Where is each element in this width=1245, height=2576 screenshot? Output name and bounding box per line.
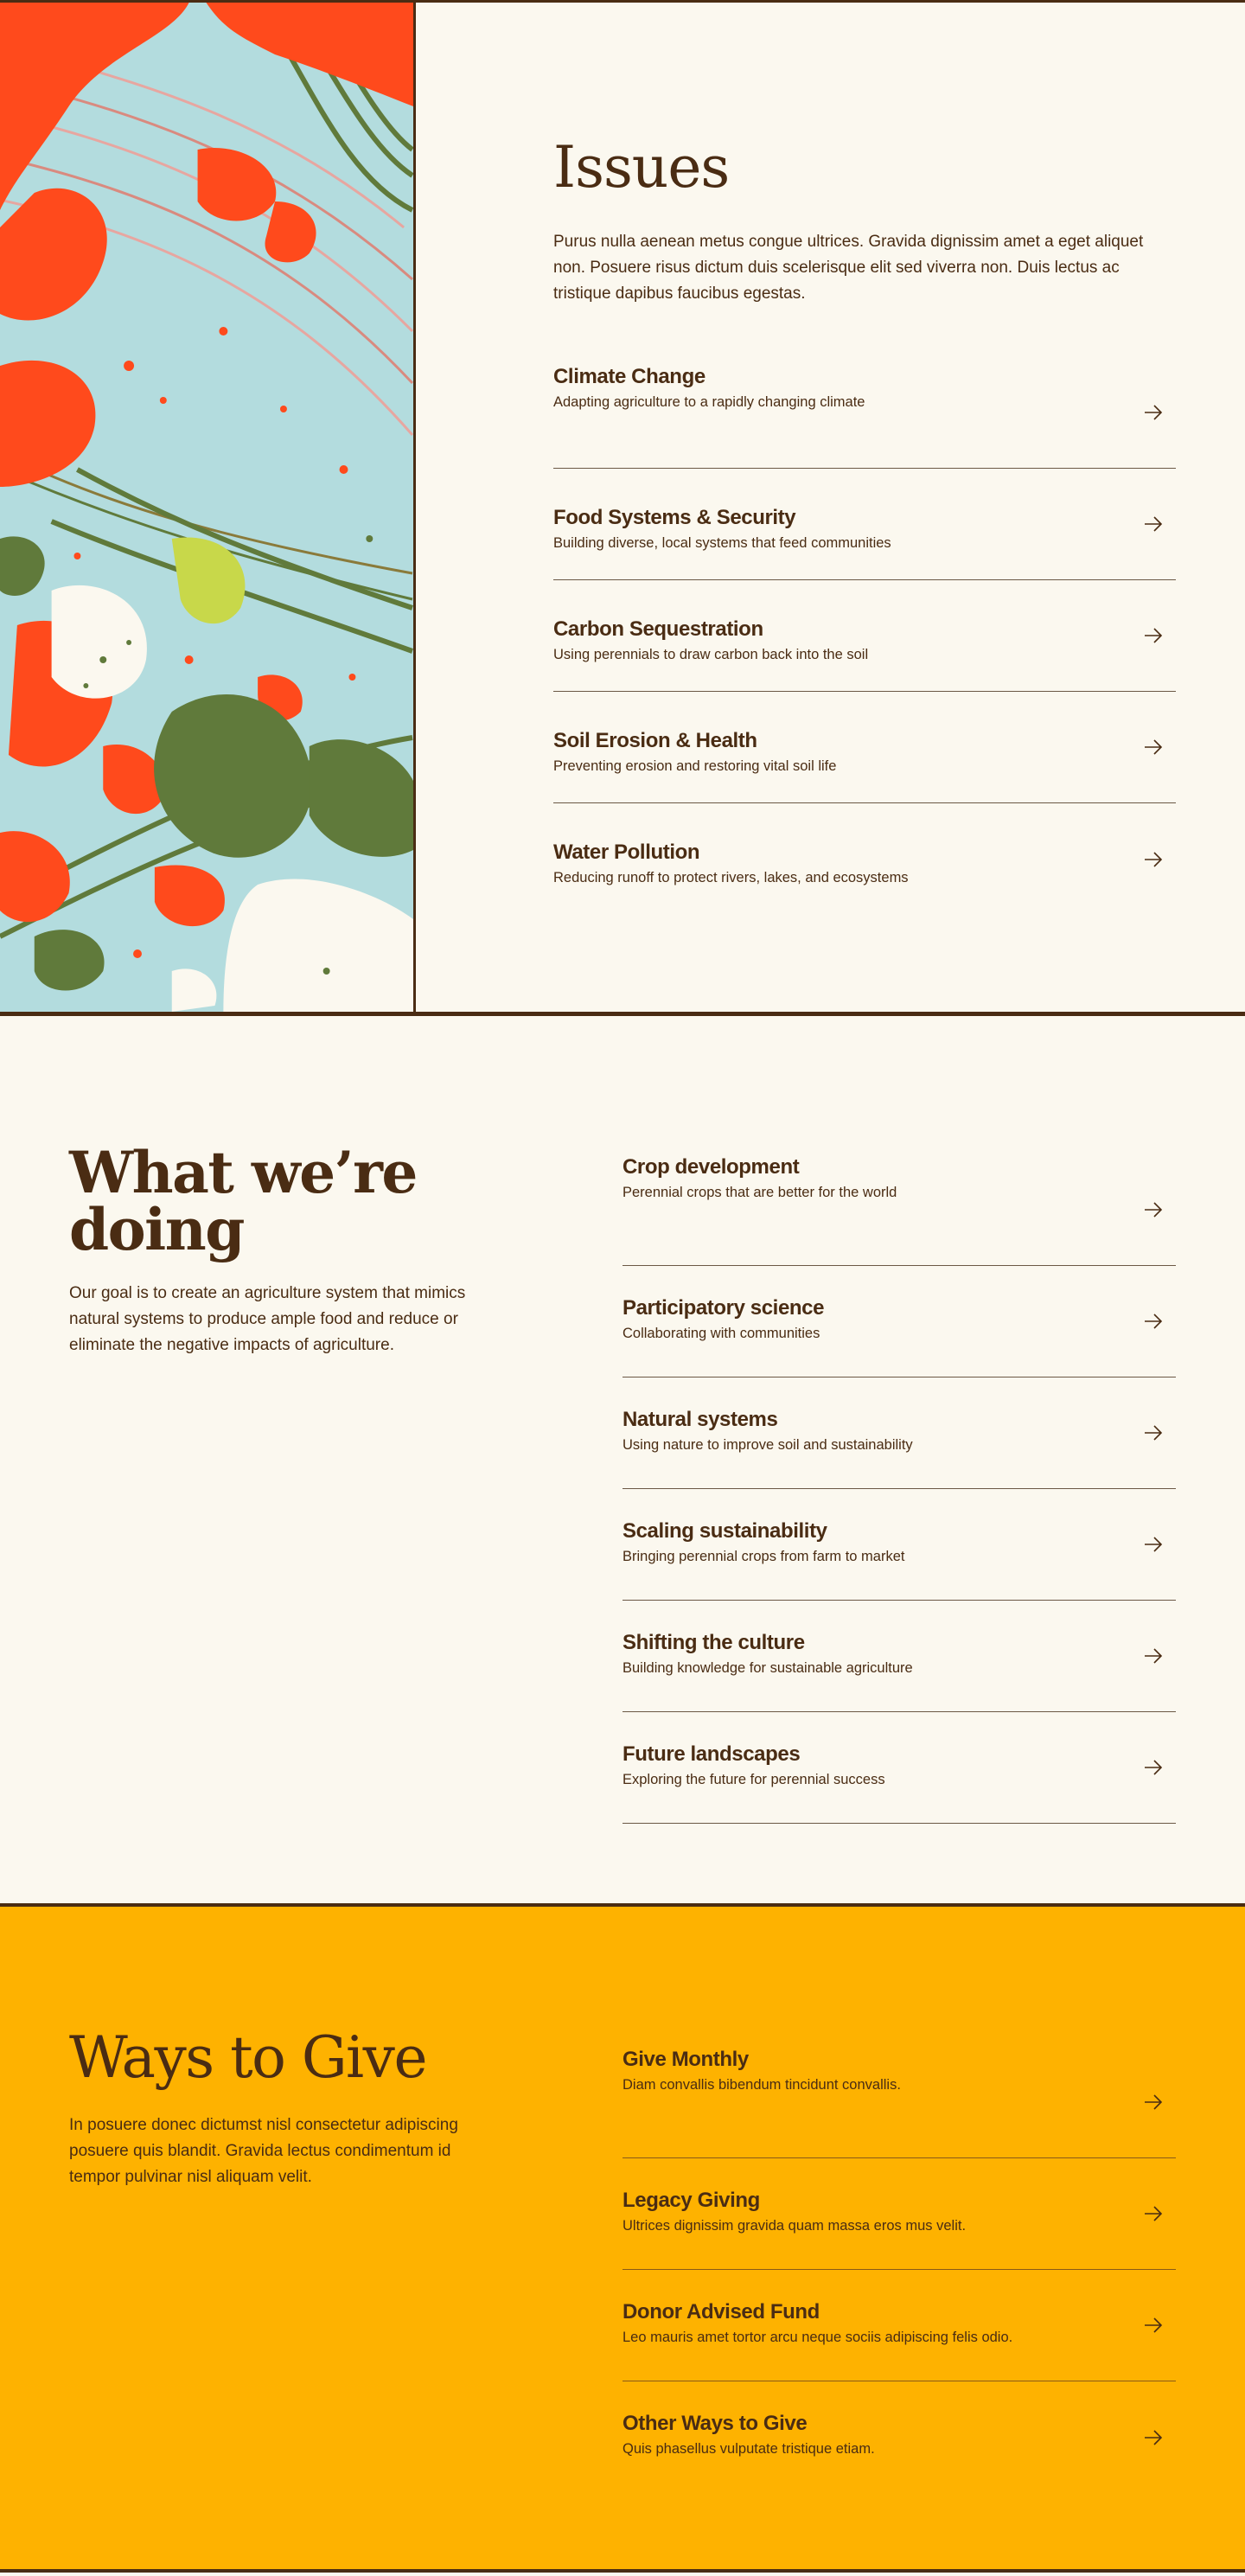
issue-title: Food Systems & Security: [553, 506, 796, 529]
doing-item-subtitle: Using nature to improve soil and sustain…: [622, 1437, 913, 1453]
doing-paragraph: Our goal is to create an agriculture sys…: [69, 1284, 466, 1354]
arrow-right-icon: [1143, 1536, 1164, 1553]
doing-item-title: Future landscapes: [622, 1742, 801, 1766]
give-item-subtitle: Diam convallis bibendum tincidunt conval…: [622, 2077, 901, 2093]
doing-item-subtitle: Perennial crops that are better for the …: [622, 1185, 897, 1200]
arrow-right-icon: [1143, 2205, 1164, 2222]
issue-title: Carbon Sequestration: [553, 617, 763, 641]
doing-heading: What we’re doing: [69, 1139, 418, 1263]
issue-subtitle: Adapting agriculture to a rapidly changi…: [553, 394, 865, 410]
give-item-title: Give Monthly: [622, 2048, 749, 2071]
issue-subtitle: Reducing runoff to protect rivers, lakes…: [553, 870, 909, 885]
give-item-title: Legacy Giving: [622, 2189, 760, 2212]
issue-subtitle: Building diverse, local systems that fee…: [553, 535, 891, 551]
arrow-right-icon: [1143, 2093, 1164, 2111]
issue-item-food-systems[interactable]: Food Systems & Security Building diverse…: [553, 469, 1176, 580]
issues-list: Climate Change Adapting agriculture to a…: [553, 357, 1176, 915]
arrow-right-icon: [1143, 1647, 1164, 1665]
give-item-subtitle: Ultrices dignissim gravida quam massa er…: [622, 2218, 967, 2234]
ways-to-give-section: Ways to Give In posuere donec dictumst n…: [0, 1907, 1245, 2573]
doing-item-title: Shifting the culture: [622, 1631, 805, 1654]
doing-intro: What we’re doing Our goal is to create a…: [69, 1144, 484, 1358]
doing-item-future-landscapes[interactable]: Future landscapes Exploring the future f…: [622, 1712, 1176, 1824]
issues-section: Issues Purus nulla aenean metus congue u…: [0, 0, 1245, 1016]
issues-intro: Purus nulla aenean metus congue ultrices…: [553, 233, 1144, 303]
arrow-right-icon: [1143, 2317, 1164, 2334]
arrow-right-icon: [1143, 738, 1164, 756]
doing-item-title: Crop development: [622, 1155, 800, 1179]
what-were-doing-section: What we’re doing Our goal is to create a…: [0, 1016, 1245, 1907]
doing-list: Crop development Perennial crops that ar…: [622, 1154, 1176, 1824]
doing-item-scaling-sustainability[interactable]: Scaling sustainability Bringing perennia…: [622, 1489, 1176, 1601]
doing-item-natural-systems[interactable]: Natural systems Using nature to improve …: [622, 1377, 1176, 1489]
doing-item-participatory-science[interactable]: Participatory science Collaborating with…: [622, 1266, 1176, 1377]
give-list: Give Monthly Diam convallis bibendum tin…: [622, 2047, 1176, 2493]
arrow-right-icon: [1143, 627, 1164, 644]
issue-item-soil-erosion[interactable]: Soil Erosion & Health Preventing erosion…: [553, 692, 1176, 803]
arrow-right-icon: [1143, 2429, 1164, 2446]
give-item-legacy-giving[interactable]: Legacy Giving Ultrices dignissim gravida…: [622, 2158, 1176, 2270]
give-item-subtitle: Leo mauris amet tortor arcu neque sociis…: [622, 2330, 1013, 2345]
issue-item-carbon-sequestration[interactable]: Carbon Sequestration Using perennials to…: [553, 580, 1176, 692]
doing-item-subtitle: Bringing perennial crops from farm to ma…: [622, 1549, 905, 1564]
doing-item-shifting-the-culture[interactable]: Shifting the culture Building knowledge …: [622, 1601, 1176, 1712]
give-intro: Ways to Give In posuere donec dictumst n…: [69, 2024, 484, 2190]
arrow-right-icon: [1143, 1201, 1164, 1218]
issue-item-water-pollution[interactable]: Water Pollution Reducing runoff to prote…: [553, 803, 1176, 915]
give-item-donor-advised-fund[interactable]: Donor Advised Fund Leo mauris amet torto…: [622, 2270, 1176, 2381]
doing-item-subtitle: Collaborating with communities: [622, 1326, 820, 1341]
give-item-give-monthly[interactable]: Give Monthly Diam convallis bibendum tin…: [622, 2047, 1176, 2158]
give-item-subtitle: Quis phasellus vulputate tristique etiam…: [622, 2441, 875, 2457]
issue-title: Climate Change: [553, 365, 706, 388]
issues-heading: Issues: [553, 134, 730, 201]
doing-item-title: Scaling sustainability: [622, 1519, 827, 1543]
arrow-right-icon: [1143, 515, 1164, 533]
doing-item-crop-development[interactable]: Crop development Perennial crops that ar…: [622, 1154, 1176, 1266]
arrow-right-icon: [1143, 404, 1164, 421]
arrow-right-icon: [1143, 1313, 1164, 1330]
issue-subtitle: Preventing erosion and restoring vital s…: [553, 758, 837, 774]
give-paragraph: In posuere donec dictumst nisl consectet…: [69, 2116, 458, 2186]
doing-item-subtitle: Building knowledge for sustainable agric…: [622, 1660, 913, 1676]
issue-title: Soil Erosion & Health: [553, 729, 757, 752]
doing-item-title: Participatory science: [622, 1296, 825, 1320]
issue-item-climate-change[interactable]: Climate Change Adapting agriculture to a…: [553, 357, 1176, 469]
arrow-right-icon: [1143, 1759, 1164, 1776]
give-item-title: Donor Advised Fund: [622, 2300, 820, 2324]
abstract-landscape-artwork: [0, 3, 413, 1012]
doing-item-subtitle: Exploring the future for perennial succe…: [622, 1772, 885, 1787]
give-item-title: Other Ways to Give: [622, 2412, 808, 2435]
arrow-right-icon: [1143, 1424, 1164, 1441]
issues-content: Issues Purus nulla aenean metus congue u…: [553, 134, 1176, 915]
give-item-other-ways-to-give[interactable]: Other Ways to Give Quis phasellus vulput…: [622, 2381, 1176, 2493]
give-heading: Ways to Give: [69, 2024, 428, 2091]
issue-title: Water Pollution: [553, 841, 700, 864]
arrow-right-icon: [1143, 851, 1164, 868]
issues-artwork: [0, 3, 416, 1012]
issue-subtitle: Using perennials to draw carbon back int…: [553, 647, 869, 662]
doing-item-title: Natural systems: [622, 1408, 778, 1431]
